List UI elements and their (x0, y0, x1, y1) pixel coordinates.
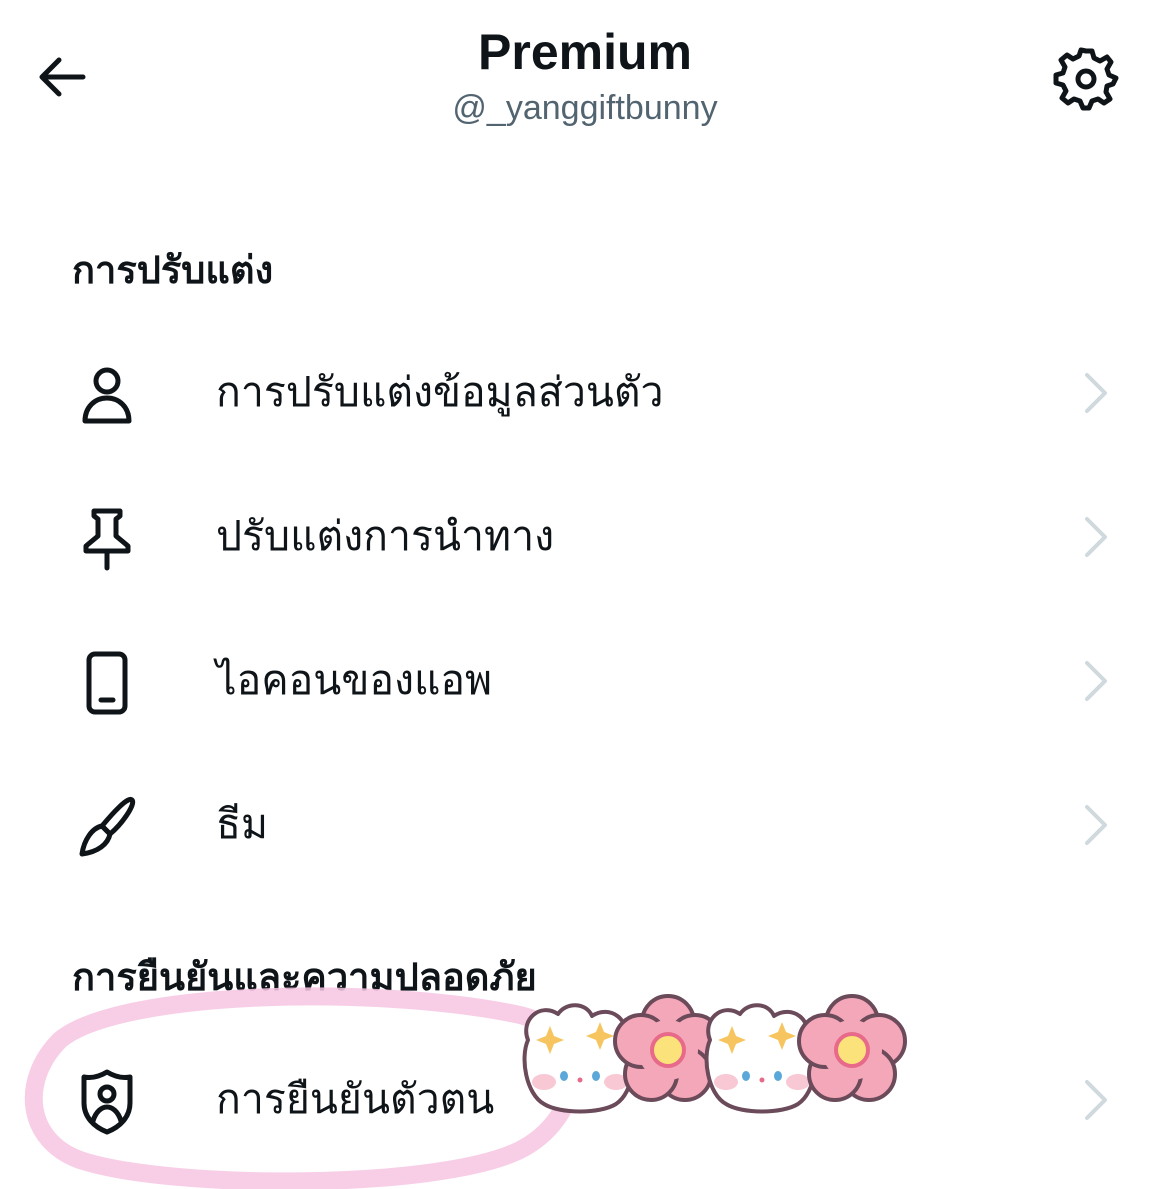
menu-item-theme[interactable]: ธีม (0, 762, 1170, 882)
chevron-right-icon (1076, 1075, 1116, 1125)
gear-icon (1053, 47, 1119, 111)
decoration-overlay (24, 987, 907, 1189)
person-icon (72, 360, 142, 430)
brush-icon (72, 792, 142, 862)
chevron-right-icon (1076, 368, 1116, 418)
chevron-right-icon (1076, 800, 1116, 850)
chevron-right-icon (1076, 512, 1116, 562)
menu-item-navigation-customization[interactable]: ปรับแต่งการนำทาง (0, 474, 1170, 594)
section-heading-customization: การปรับแต่ง (72, 248, 274, 292)
menu-item-profile-customization[interactable]: การปรับแต่งข้อมูลส่วนตัว (0, 330, 1170, 450)
phone-icon (72, 648, 142, 718)
top-bar: Premium @_yanggiftbunny (0, 0, 1170, 160)
menu-item-label: ธีม (216, 800, 269, 848)
chevron-right-icon (1076, 656, 1116, 706)
menu-item-app-icon[interactable]: ไอคอนของแอพ (0, 618, 1170, 738)
account-handle: @_yanggiftbunny (452, 89, 718, 127)
page-title: Premium (478, 24, 692, 80)
menu-item-label: การปรับแต่งข้อมูลส่วนตัว (216, 368, 664, 416)
pin-icon (72, 504, 142, 574)
menu-item-label: ไอคอนของแอพ (216, 656, 493, 704)
section-heading-verification-security: การยืนยันและความปลอดภัย (72, 955, 537, 999)
menu-item-label: ปรับแต่งการนำทาง (216, 512, 555, 560)
menu-item-identity-verification[interactable]: การยืนยันตัวตน (0, 1037, 1170, 1157)
menu-item-label: การยืนยันตัวตน (216, 1075, 495, 1123)
shield-person-icon (72, 1067, 142, 1137)
settings-button[interactable] (1046, 38, 1126, 118)
